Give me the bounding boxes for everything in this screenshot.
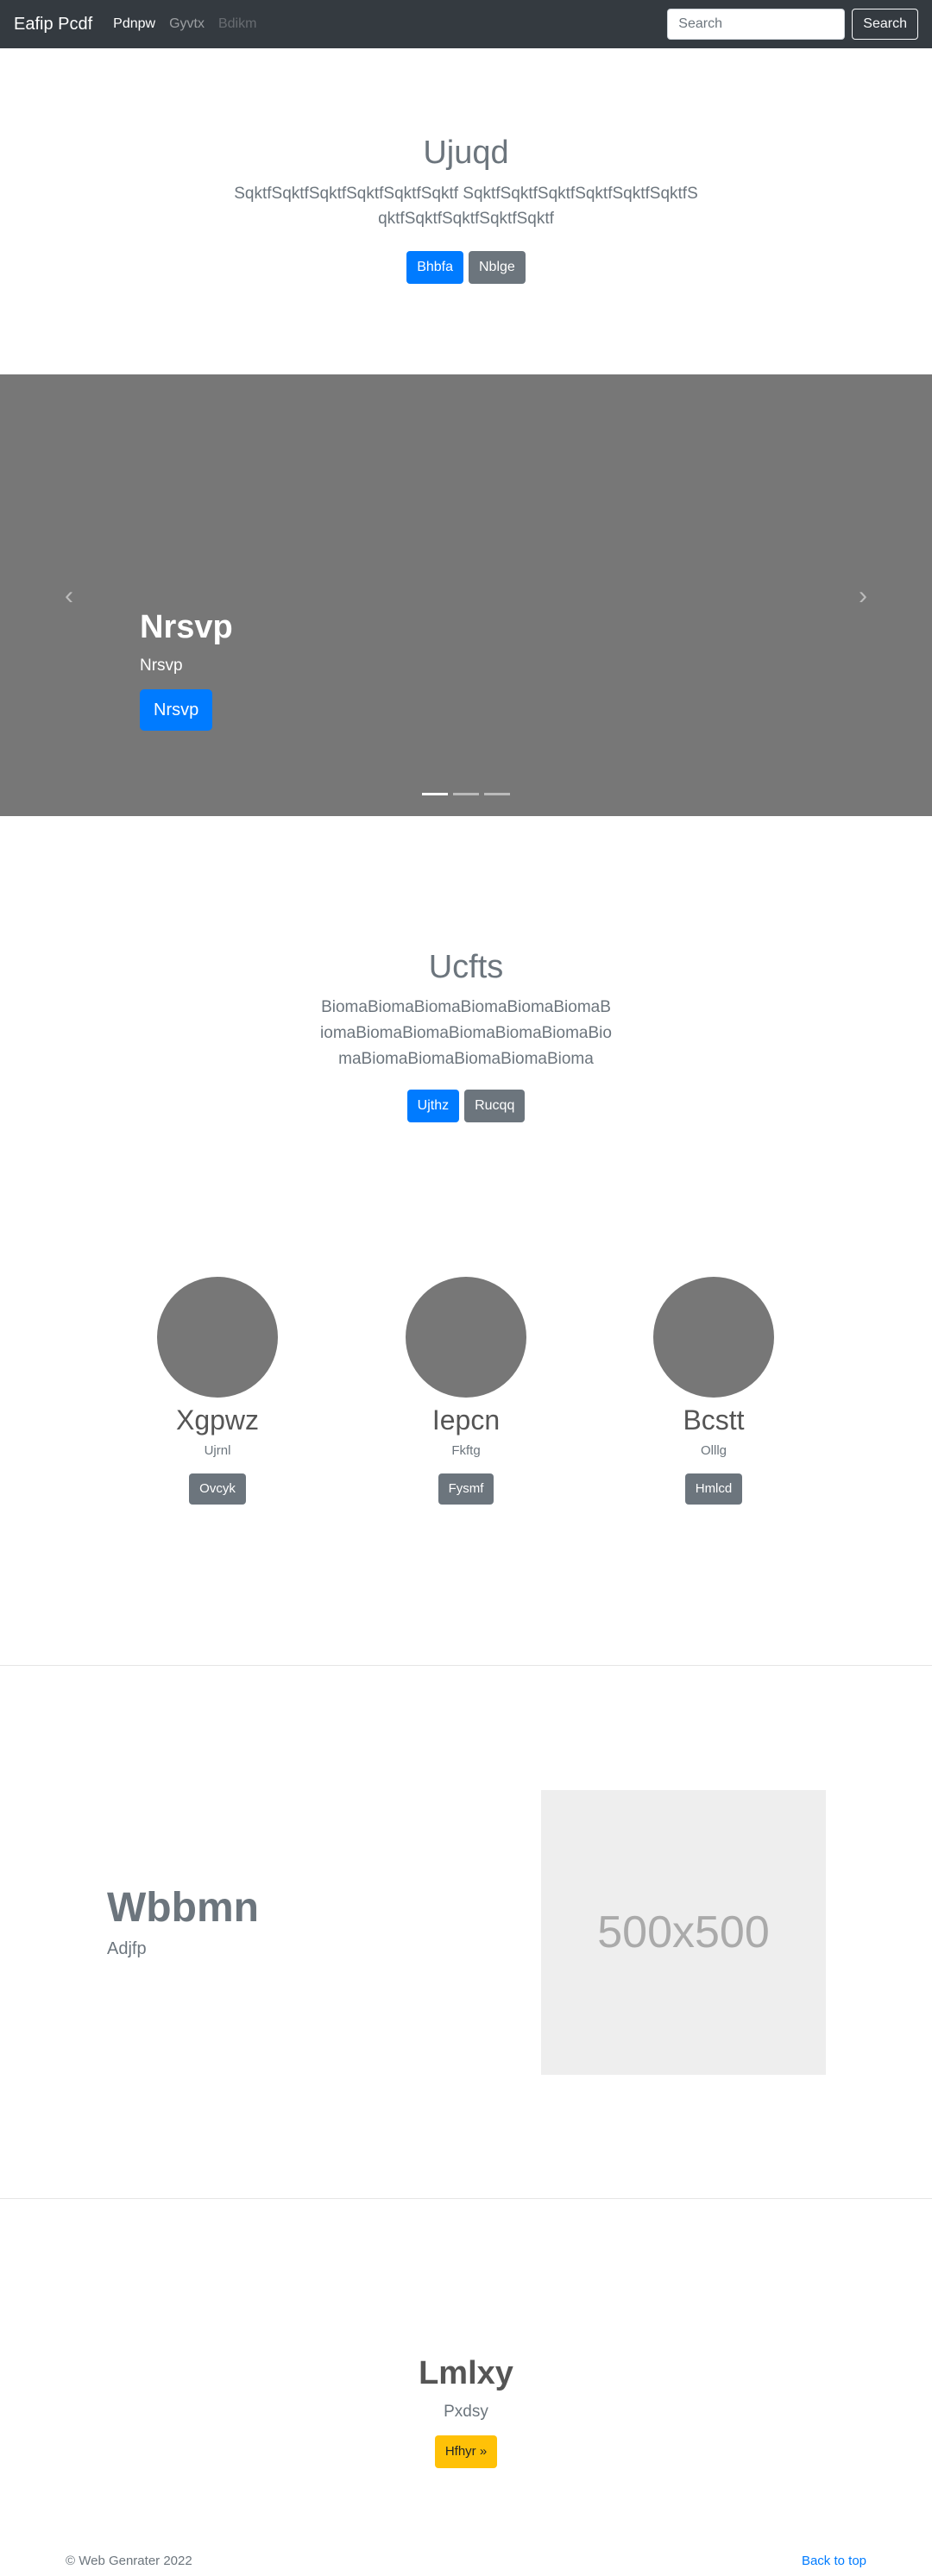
cta-title: Lmlxy xyxy=(419,2355,513,2391)
hero-section: Ujuqd SqktfSqktfSqktfSqktfSqktfSqktf Sqk… xyxy=(0,48,932,374)
column-1-button[interactable]: Ovcyk xyxy=(189,1473,246,1505)
divider-1 xyxy=(0,1665,932,1666)
intro-primary-button[interactable]: Ujthz xyxy=(406,1090,460,1122)
feature-title: Wbbmn xyxy=(107,1885,259,1931)
column-1-image xyxy=(157,1277,278,1398)
carousel-indicator-1[interactable] xyxy=(422,793,448,795)
carousel: ‹ › Nrsvp Nrsvp Nrsvp xyxy=(0,374,932,816)
column-1: Xgpwz Ujrnl Ovcyk xyxy=(123,1277,312,1505)
hero-text: SqktfSqktfSqktfSqktfSqktfSqktf SqktfSqkt… xyxy=(234,185,698,228)
column-3-title: Bcstt xyxy=(683,1404,745,1436)
feature-subtitle: Adjfp xyxy=(107,1939,147,1958)
column-3-subtitle: Olllg xyxy=(700,1443,727,1458)
nav-link-bdikm: Bdikm xyxy=(217,16,257,31)
intro-section: Ucfts BiomaBiomaBiomaBiomaBiomaBiomaBiom… xyxy=(0,949,932,1122)
column-3-image xyxy=(653,1277,774,1398)
carousel-indicators xyxy=(0,793,932,795)
column-2-title: Iepcn xyxy=(431,1404,501,1436)
carousel-next-icon[interactable]: › xyxy=(846,581,880,611)
column-2-image xyxy=(406,1277,526,1398)
search-form: Search xyxy=(667,9,918,40)
carousel-prev-icon[interactable]: ‹ xyxy=(52,581,86,611)
search-input[interactable] xyxy=(667,9,846,40)
hero-buttons: Bhbfa Nblge xyxy=(0,251,932,284)
hero-primary-button[interactable]: Bhbfa xyxy=(406,251,463,284)
carousel-title: Nrsvp xyxy=(140,609,233,645)
column-2: Iepcn Fkftg Fysmf xyxy=(371,1277,561,1505)
column-2-subtitle: Fkftg xyxy=(451,1443,481,1458)
column-3: Bcstt Olllg Hmlcd xyxy=(619,1277,809,1505)
brand-link[interactable]: Eafip Pcdf xyxy=(14,15,92,35)
intro-text: BiomaBiomaBiomaBiomaBiomaBiomaBiomaBioma… xyxy=(320,998,612,1068)
column-3-button[interactable]: Hmlcd xyxy=(684,1473,743,1505)
footer-copyright: © Web Genrater 2022 xyxy=(66,2554,192,2568)
search-button[interactable]: Search xyxy=(852,9,918,40)
divider-2 xyxy=(0,2198,932,2199)
intro-secondary-button[interactable]: Rucqq xyxy=(464,1090,526,1122)
column-1-title: Xgpwz xyxy=(175,1404,260,1436)
carousel-indicator-2[interactable] xyxy=(453,793,479,795)
hero-title: Ujuqd xyxy=(423,135,509,171)
cta-subtitle: Pxdsy xyxy=(444,2403,488,2421)
nav-link-gyvtx[interactable]: Gyvtx xyxy=(169,16,205,32)
intro-buttons: Ujthz Rucqq xyxy=(0,1090,932,1122)
feature-image-label: 500x500 xyxy=(597,1907,770,1957)
feature-image-placeholder: 500x500 xyxy=(541,1790,826,2075)
hero-secondary-button[interactable]: Nblge xyxy=(469,251,526,284)
cta-button[interactable]: Hfhyr » xyxy=(434,2435,498,2468)
carousel-caption: Nrsvp Nrsvp Nrsvp xyxy=(140,609,233,731)
cta-section: Lmlxy Pxdsy Hfhyr » xyxy=(0,2355,932,2468)
carousel-indicator-3[interactable] xyxy=(484,793,510,795)
column-1-subtitle: Ujrnl xyxy=(204,1443,231,1458)
navbar: Eafip Pcdf Pdnpw Gyvtx Bdikm Search xyxy=(0,0,932,48)
column-2-button[interactable]: Fysmf xyxy=(438,1473,494,1505)
back-to-top-link[interactable]: Back to top xyxy=(802,2554,866,2568)
carousel-button[interactable]: Nrsvp xyxy=(140,689,213,731)
footer: © Web Genrater 2022 Back to top xyxy=(0,2554,932,2576)
carousel-text: Nrsvp xyxy=(140,657,183,675)
intro-title: Ucfts xyxy=(428,949,504,985)
nav-link-pdnpw[interactable]: Pdnpw xyxy=(113,16,155,32)
